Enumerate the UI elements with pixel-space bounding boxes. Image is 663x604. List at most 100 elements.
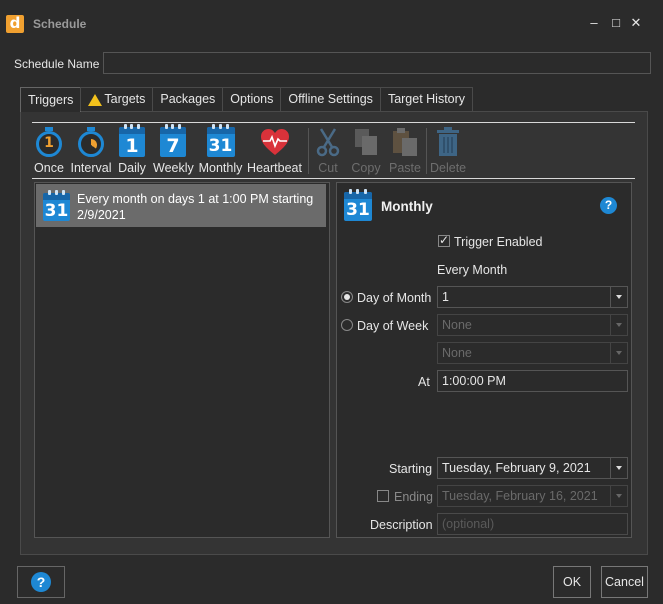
delete-button[interactable]: Delete [430,126,466,175]
daily-label: Daily [118,161,146,175]
day-of-week-ordinal-select[interactable]: None [437,342,628,364]
help-icon: ? [31,572,51,592]
toolbar-separator [308,128,309,174]
chevron-down-icon [610,458,627,478]
weekly-button[interactable]: 7 Weekly [153,124,194,175]
description-input[interactable]: (optional) [437,513,628,535]
heartbeat-icon [260,129,289,155]
window-title: Schedule [33,17,87,31]
calendar-monthly-icon: 31 [43,190,70,221]
scissors-icon [316,128,340,157]
once-number: 1 [44,135,54,151]
day-of-month-value: 1 [442,290,449,304]
ending-checkbox[interactable] [377,490,389,502]
paste-label: Paste [389,161,421,175]
calendar-monthly-icon: 31 [206,124,235,157]
calendar-daily-icon: 1 [119,124,145,157]
chevron-down-icon [610,486,627,506]
chevron-down-icon [610,343,627,363]
monthly-number: 31 [208,136,233,156]
tab-strip: Triggers Targets Packages Options Offlin… [20,87,474,112]
copy-button[interactable]: Copy [348,126,384,175]
tab-label: Offline Settings [288,92,373,106]
tab-label: Targets [104,92,146,106]
at-label: At [418,375,430,389]
delete-label: Delete [430,161,467,175]
day-of-month-radio[interactable] [341,291,353,303]
day-of-month-select[interactable]: 1 [437,286,628,308]
tab-label: Options [230,92,274,106]
trigger-enabled-label: Trigger Enabled [454,235,543,249]
tab-label: Packages [160,92,216,106]
cut-label: Cut [318,161,338,175]
tab-offline-settings[interactable]: Offline Settings [280,87,381,111]
tab-options[interactable]: Options [222,87,282,111]
once-button[interactable]: 1 Once [34,126,64,175]
app-logo-icon: d [6,15,24,33]
at-time-value: 1:00:00 PM [442,374,506,388]
stopwatch-interval-icon [77,127,105,157]
detail-icon-number: 31 [346,200,370,220]
trigger-enabled-checkbox[interactable] [438,233,450,247]
ending-label: Ending [394,490,433,504]
copy-icon [355,129,377,155]
calendar-monthly-icon: 31 [344,189,372,221]
maximize-button[interactable]: □ [607,14,625,32]
ending-date-picker[interactable]: Tuesday, February 16, 2021 [437,485,628,507]
paste-button[interactable]: Paste [387,126,423,175]
tab-label: Triggers [28,92,74,107]
cut-button[interactable]: Cut [313,126,343,175]
once-label: Once [34,161,64,175]
every-month-label: Every Month [437,263,508,277]
minimize-button[interactable]: – [585,14,603,32]
day-of-month-label: Day of Month [357,291,432,305]
daily-button[interactable]: 1 Daily [117,124,147,175]
starting-date-value: Tuesday, February 9, 2021 [442,461,591,475]
paste-icon [393,128,417,156]
trigger-list [34,182,330,538]
interval-button[interactable]: Interval [70,126,112,175]
help-icon[interactable]: ? [600,197,617,214]
heartbeat-button[interactable]: Heartbeat [247,126,302,175]
day-of-week-label: Day of Week [357,319,429,333]
day-of-week-ordinal-value: None [442,346,472,360]
weekly-number: 7 [166,135,180,157]
close-button[interactable]: ✕ [627,14,645,32]
ending-date-value: Tuesday, February 16, 2021 [442,489,598,503]
toolbar-divider [32,122,635,123]
description-placeholder: (optional) [442,517,495,531]
tab-label: Target History [387,92,466,106]
tab-target-history[interactable]: Target History [379,87,474,111]
copy-label: Copy [351,161,381,175]
monthly-button[interactable]: 31 Monthly [198,124,243,175]
interval-label: Interval [70,161,112,175]
tab-targets[interactable]: Targets [80,87,154,111]
tab-triggers[interactable]: Triggers [20,87,82,112]
at-time-input[interactable]: 1:00:00 PM [437,370,628,392]
ok-button[interactable]: OK [553,566,591,598]
heartbeat-label: Heartbeat [247,161,302,175]
weekly-label: Weekly [153,161,194,175]
chevron-down-icon [610,287,627,307]
starting-date-picker[interactable]: Tuesday, February 9, 2021 [437,457,628,479]
warning-icon [88,93,103,106]
day-of-week-select[interactable]: None [437,314,628,336]
help-button[interactable]: ? [17,566,65,598]
list-item-icon-number: 31 [44,201,69,221]
calendar-weekly-icon: 7 [160,124,186,157]
trash-icon [437,127,459,156]
day-of-week-value: None [442,318,472,332]
chevron-down-icon [610,315,627,335]
day-of-week-radio[interactable] [341,319,353,331]
daily-number: 1 [125,135,139,157]
description-label: Description [370,518,433,532]
monthly-label: Monthly [198,161,243,175]
schedule-name-input[interactable] [103,52,651,74]
list-item-text: Every month on days 1 at 1:00 PM startin… [77,192,314,222]
tab-packages[interactable]: Packages [152,87,224,111]
detail-title: Monthly [381,199,433,214]
schedule-name-label: Schedule Name [14,57,100,71]
toolbar-separator [426,128,427,174]
cancel-button[interactable]: Cancel [601,566,648,598]
starting-label: Starting [389,462,433,476]
